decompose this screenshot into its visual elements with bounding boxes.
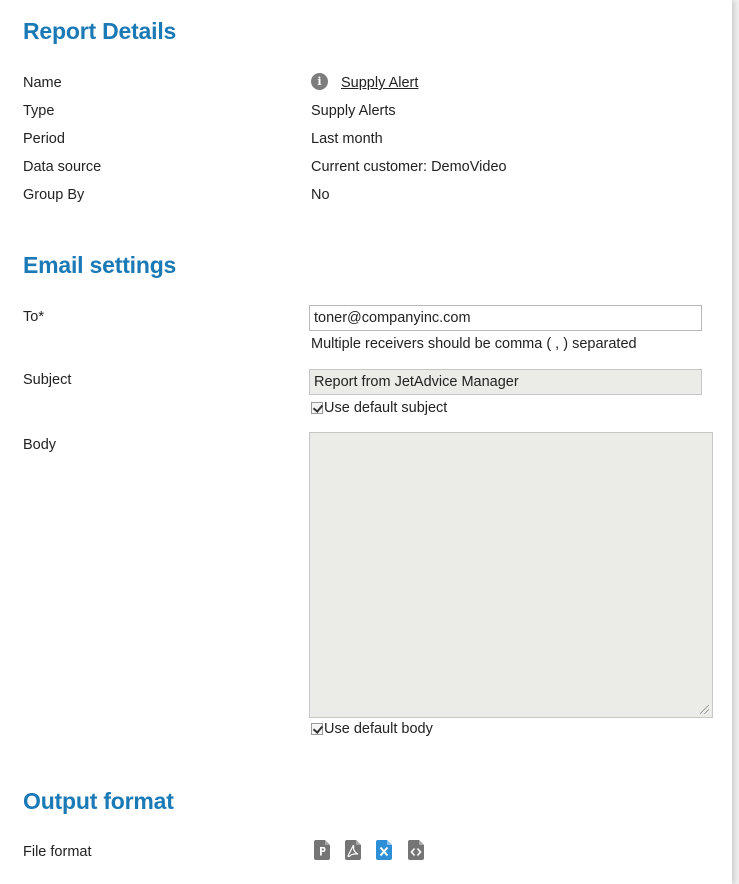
group-by-label: Group By (23, 187, 85, 203)
type-label: Type (23, 103, 55, 119)
period-value: Last month (311, 131, 383, 147)
group-by-value: No (311, 187, 330, 203)
html-file-icon[interactable] (408, 840, 424, 860)
use-default-body-label: Use default body (324, 721, 433, 737)
name-label: Name (23, 75, 62, 91)
report-details-heading: Report Details (23, 18, 177, 44)
data-source-label: Data source (23, 159, 102, 175)
email-settings-heading: Email settings (23, 252, 177, 278)
info-icon[interactable]: i (311, 73, 328, 90)
textarea-resize-handle[interactable] (700, 705, 709, 714)
type-value: Supply Alerts (311, 103, 396, 119)
report-name-link[interactable]: Supply Alert (341, 75, 418, 91)
subject-label: Subject (23, 372, 72, 388)
use-default-subject-label: Use default subject (324, 400, 448, 416)
body-label: Body (23, 437, 57, 453)
pptx-file-icon[interactable] (314, 840, 330, 860)
to-hint: Multiple receivers should be comma ( , )… (311, 336, 637, 352)
xlsx-file-icon[interactable] (376, 840, 392, 860)
data-source-value: Current customer: DemoVideo (311, 159, 507, 175)
name-value: Supply Alert (341, 74, 418, 92)
to-input[interactable]: toner@companyinc.com (309, 305, 702, 331)
subject-input[interactable]: Report from JetAdvice Manager (309, 369, 702, 395)
period-label: Period (23, 131, 65, 147)
use-default-subject-checkbox[interactable] (311, 402, 323, 414)
report-panel: Report Details Name i Supply Alert Type … (0, 0, 732, 884)
use-default-subject-option[interactable]: Use default subject (311, 400, 447, 416)
file-format-label: File format (23, 844, 92, 860)
pdf-file-icon[interactable] (345, 840, 361, 860)
use-default-body-checkbox[interactable] (311, 723, 323, 735)
output-format-heading: Output format (23, 788, 174, 814)
body-textarea[interactable] (309, 432, 713, 718)
to-label: To* (23, 309, 44, 325)
use-default-body-option[interactable]: Use default body (311, 721, 433, 737)
